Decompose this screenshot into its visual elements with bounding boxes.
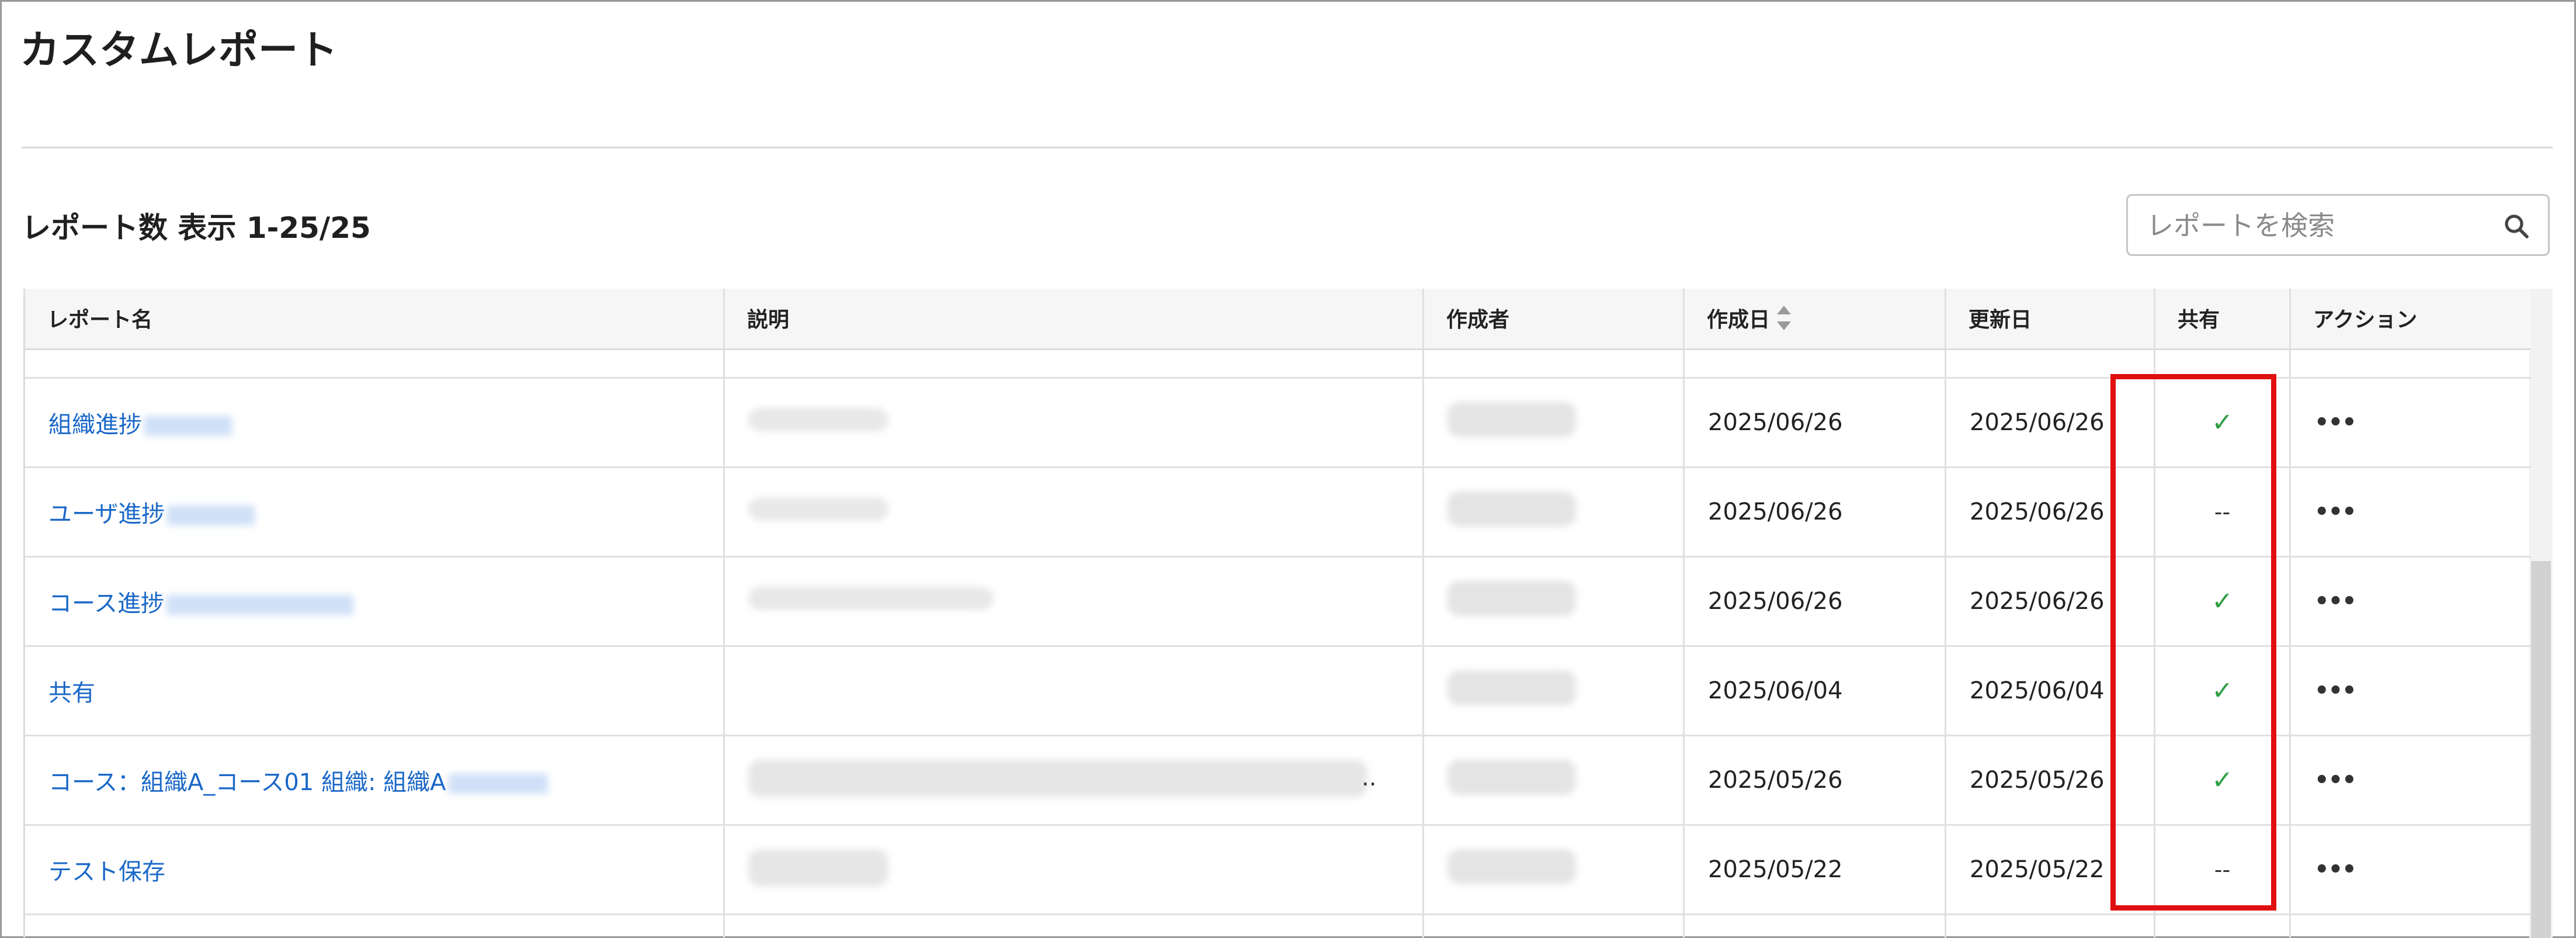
report-name-link[interactable]: 組織進捗 xyxy=(48,406,232,439)
table-header: レポート名 説明 作成者 作成日 更新日 共有 アクション xyxy=(25,289,2531,350)
table-row-partial xyxy=(25,915,2531,938)
updated-date: 2025/06/26 xyxy=(1970,588,2105,615)
title-divider xyxy=(22,147,2553,148)
column-header-shared[interactable]: 共有 xyxy=(2155,289,2291,348)
created-date: 2025/06/26 xyxy=(1708,409,1843,436)
description-ellipsis: .. xyxy=(1362,764,1377,791)
more-icon[interactable]: ••• xyxy=(2314,409,2357,436)
updated-date: 2025/05/26 xyxy=(1970,767,2105,794)
page-title: カスタムレポート xyxy=(20,27,338,74)
scrollbar-thumb[interactable] xyxy=(2531,561,2551,938)
created-date: 2025/05/22 xyxy=(1708,856,1843,883)
report-name-link[interactable]: 共有 xyxy=(48,674,95,708)
search-icon[interactable] xyxy=(2502,212,2530,240)
more-icon[interactable]: ••• xyxy=(2314,588,2357,615)
created-date: 2025/05/26 xyxy=(1708,767,1843,794)
search-input[interactable] xyxy=(2145,196,2475,255)
report-name-link[interactable]: ユーザ進捗 xyxy=(48,495,255,529)
column-header-name[interactable]: レポート名 xyxy=(25,289,725,348)
search-box[interactable] xyxy=(2126,194,2550,256)
report-name-link[interactable]: コース進捗 xyxy=(48,584,353,618)
report-count: レポート数 表示 1-25/25 xyxy=(22,211,371,245)
created-date: 2025/06/26 xyxy=(1708,499,1843,525)
more-icon[interactable]: ••• xyxy=(2314,767,2357,794)
more-icon[interactable]: ••• xyxy=(2314,677,2357,704)
sort-icon[interactable] xyxy=(1775,304,1793,332)
created-date: 2025/06/26 xyxy=(1708,588,1843,615)
column-header-actions: アクション xyxy=(2313,308,2418,332)
created-date: 2025/06/04 xyxy=(1708,677,1843,704)
more-icon[interactable]: ••• xyxy=(2314,499,2357,525)
more-icon[interactable]: ••• xyxy=(2314,856,2357,883)
updated-date: 2025/05/22 xyxy=(1970,856,2105,883)
report-name-link[interactable]: コース：組織A_コース01 組織: 組織A xyxy=(48,763,548,797)
updated-date: 2025/06/26 xyxy=(1970,409,2105,436)
column-header-description[interactable]: 説明 xyxy=(725,289,1424,348)
column-header-updated[interactable]: 更新日 xyxy=(1946,289,2155,348)
updated-date: 2025/06/26 xyxy=(1970,499,2105,525)
updated-date: 2025/06/04 xyxy=(1970,677,2105,704)
column-header-creator[interactable]: 作成者 xyxy=(1424,289,1685,348)
column-header-created[interactable]: 作成日 xyxy=(1685,289,1946,348)
shared-column-highlight xyxy=(2110,374,2276,911)
report-name-link[interactable]: テスト保存 xyxy=(48,853,165,887)
